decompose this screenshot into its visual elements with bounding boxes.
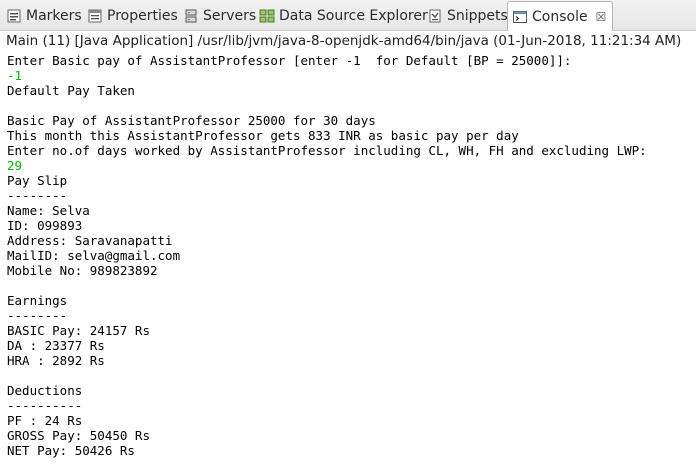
properties-icon [87,8,103,24]
console-output-line: Name: Selva [7,203,90,218]
console-input-line: -1 [7,68,23,83]
console-output-line: BASIC Pay: 24157 Rs [7,323,150,338]
console-output-line: -------- [7,188,68,203]
tab-label: Properties [107,8,178,24]
console-output-line: ID: 099893 [7,218,83,233]
tab-label: Console [532,8,588,25]
console-output-line: Enter no.of days worked by AssistantProf… [7,143,647,158]
tab-properties[interactable]: Properties [87,2,178,30]
console-output-line: HRA : 2892 Rs [7,353,105,368]
console-input-line: 29 [7,158,23,173]
tab-label: Data Source Explorer [279,8,428,24]
console-output-line: MailID: selva@gmail.com [7,248,181,263]
console-output-line: GROSS Pay: 50450 Rs [7,428,150,443]
console-output-line: Address: Saravanapatti [7,233,173,248]
console-output-line: Mobile No: 989823892 [7,263,158,278]
console-output-line: -------- [7,308,68,323]
tab-servers[interactable]: Servers [183,2,256,30]
data-source-explorer-icon [259,8,275,24]
tab-console[interactable]: Console ☒ [507,1,614,31]
tab-snippets[interactable]: Snippets [427,2,508,30]
console-icon [512,9,528,25]
console-output-line: Enter Basic pay of AssistantProfessor [e… [7,53,572,68]
console-output-line: Basic Pay of AssistantProfessor 25000 fo… [7,113,376,128]
console-output[interactable]: Enter Basic pay of AssistantProfessor [e… [7,53,696,458]
console-output-line: NET Pay: 50426 Rs [7,443,135,458]
console-output-line: Earnings [7,293,68,308]
servers-icon [183,8,199,24]
tab-label: Snippets [447,8,508,24]
snippets-icon [427,8,443,24]
console-output-line: This month this AssistantProfessor gets … [7,128,519,143]
console-output-line: PF : 24 Rs [7,413,83,428]
console-output-line: Deductions [7,383,83,398]
view-tab-bar: Markers Properties Servers Data Source E… [0,0,696,31]
process-label: Main (11) [Java Application] /usr/lib/jv… [6,33,682,49]
markers-icon [6,8,22,24]
console-output-line: Pay Slip [7,173,68,188]
tab-label: Servers [203,8,257,24]
tab-markers[interactable]: Markers [6,2,82,30]
console-output-line: ---------- [7,398,83,413]
close-icon[interactable]: ☒ [596,10,607,24]
tab-label: Markers [26,8,82,24]
console-output-line: DA : 23377 Rs [7,338,105,353]
tab-data-source-explorer[interactable]: Data Source Explorer [259,2,428,30]
console-output-line: Default Pay Taken [7,83,135,98]
